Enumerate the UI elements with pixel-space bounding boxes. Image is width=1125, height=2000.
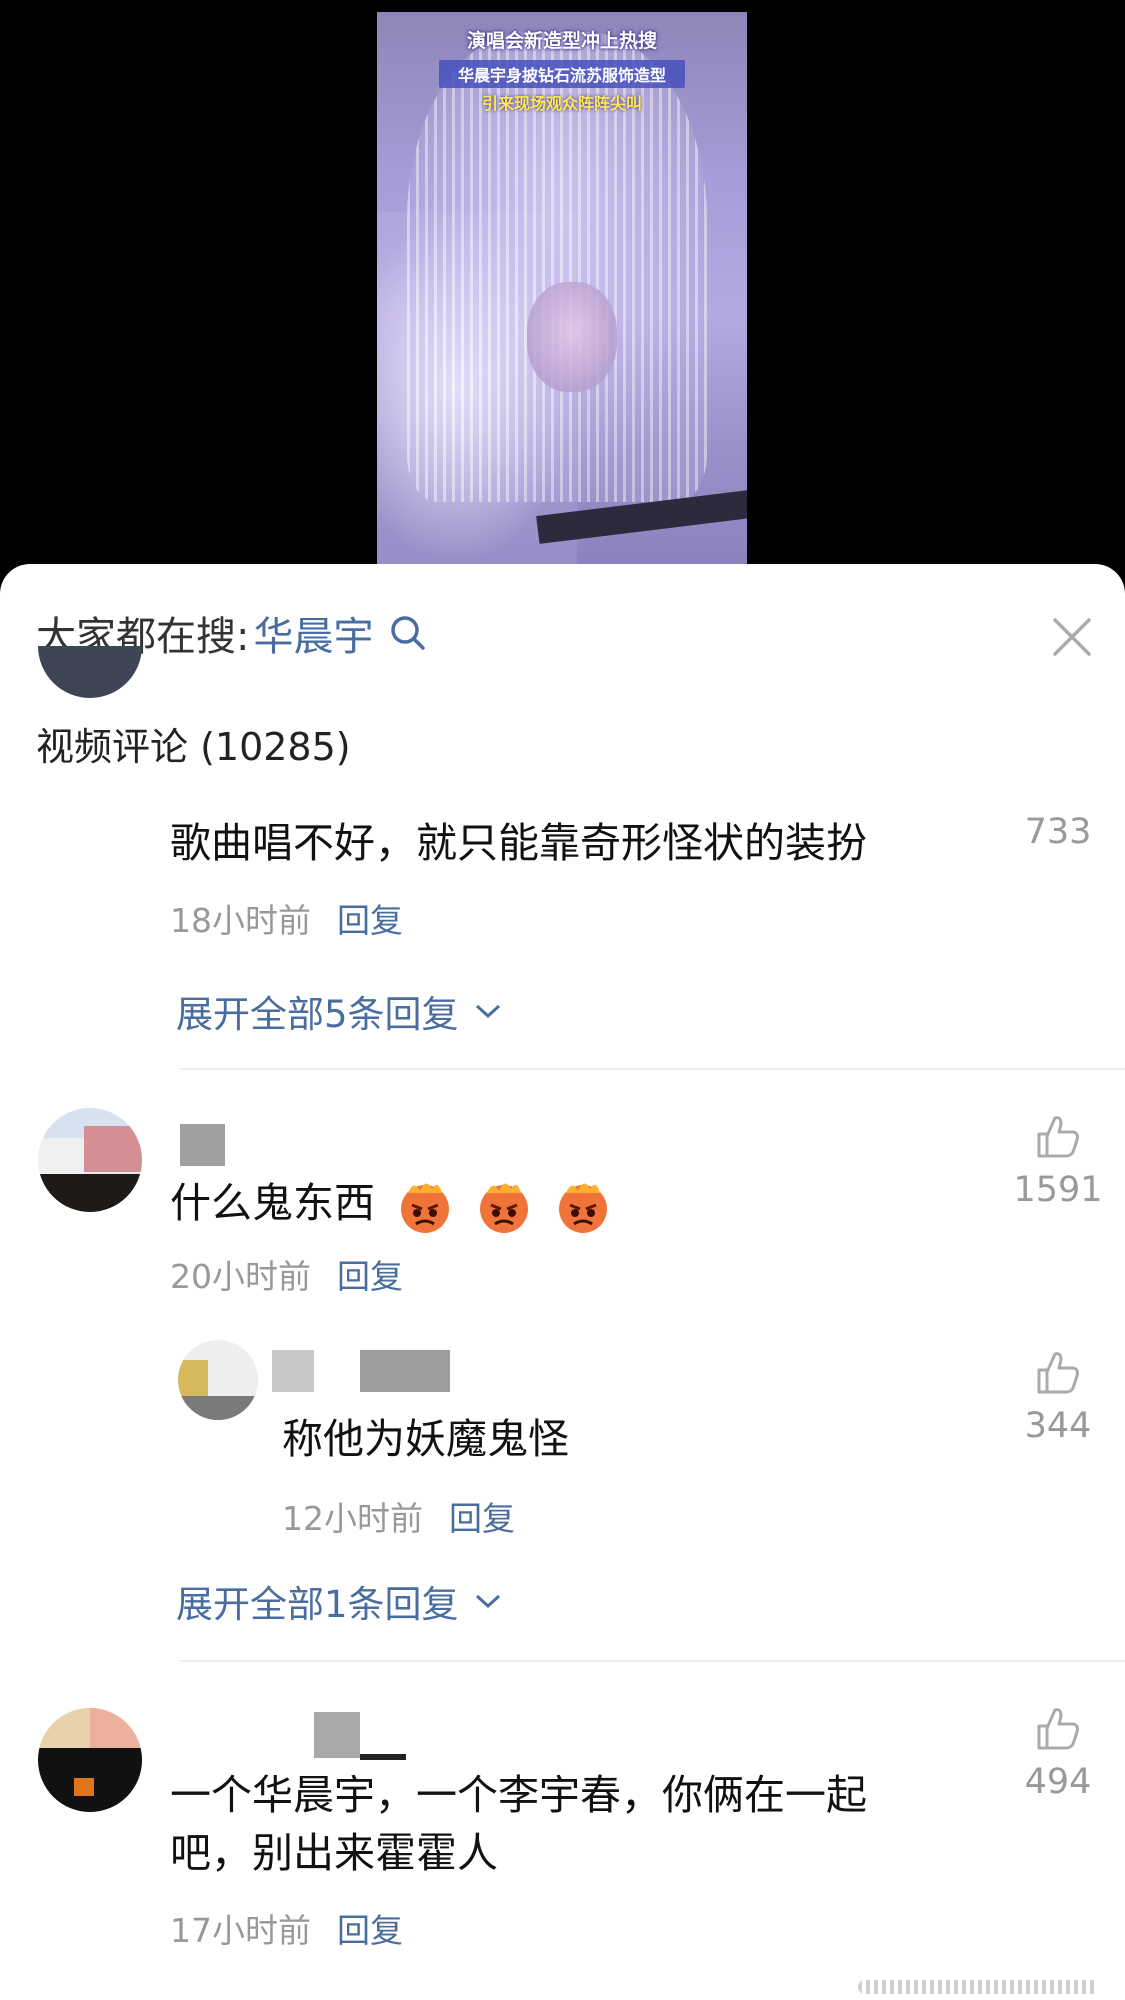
reply-button[interactable]: 回复: [337, 1250, 403, 1298]
comment-meta: 17小时前 回复: [170, 1904, 403, 1952]
like-button[interactable]: 344: [1003, 1348, 1113, 1446]
comment-sheet: 大家都在搜: 华晨宇 视频评论 (10285) 歌曲唱不好，就只能靠奇形怪状的装…: [0, 564, 1125, 2000]
search-suggestion-term[interactable]: 华晨宇: [253, 604, 373, 662]
comment-text-content: 什么鬼东西: [170, 1179, 375, 1227]
like-count-column[interactable]: 733: [1003, 812, 1113, 852]
like-count: 344: [1024, 1406, 1092, 1446]
comments-section-title: 视频评论 (10285): [36, 725, 351, 769]
angry-fire-emoji-icon: [559, 1183, 608, 1233]
divider: [180, 1068, 1125, 1070]
like-button[interactable]: 494: [1003, 1704, 1113, 1802]
like-count: 1591: [1013, 1170, 1103, 1210]
video-caption-line-1: 演唱会新造型冲上热搜: [466, 30, 657, 52]
search-icon[interactable]: [389, 614, 427, 652]
avatar[interactable]: [38, 1108, 142, 1212]
reply-button[interactable]: 回复: [449, 1492, 515, 1540]
expand-replies-label: 展开全部1条回复: [176, 1583, 459, 1626]
reply-meta: 12小时前 回复: [282, 1492, 515, 1540]
comment-timestamp: 20小时前: [170, 1257, 311, 1296]
reply-button[interactable]: 回复: [337, 894, 403, 942]
avatar[interactable]: [178, 1340, 258, 1420]
reply-button[interactable]: 回复: [337, 1904, 403, 1952]
reply-text: 称他为妖魔鬼怪: [282, 1415, 569, 1463]
comment-text-line-2: 吧，别出来霍霍人: [170, 1829, 498, 1877]
thumbs-up-icon: [1037, 1708, 1079, 1750]
video-caption-line-3: 引来现场观众阵阵尖叫: [481, 94, 642, 113]
username-redacted: [180, 1124, 225, 1166]
like-count: 494: [1024, 1762, 1092, 1802]
username-redacted: [272, 1350, 314, 1392]
comment-meta: 20小时前 回复: [170, 1250, 403, 1298]
video-player-area[interactable]: 演唱会新造型冲上热搜 华晨宇身披钻石流苏服饰造型 引来现场观众阵阵尖叫: [0, 0, 1125, 570]
reply-timestamp: 12小时前: [282, 1499, 423, 1538]
username-redacted: [360, 1350, 450, 1392]
comment-text: 歌曲唱不好，就只能靠奇形怪状的装扮: [170, 819, 867, 867]
video-caption-line-2: 华晨宇身披钻石流苏服饰造型: [439, 60, 685, 88]
thumbs-up-icon: [1037, 1116, 1079, 1158]
watermark-strip: [858, 1980, 1098, 1994]
angry-fire-emoji-icon: [401, 1183, 450, 1233]
username-redacted: [314, 1712, 360, 1758]
like-count: 733: [1024, 812, 1092, 852]
angry-fire-emoji-icon: [480, 1183, 529, 1233]
performer-face-image: [527, 282, 617, 392]
thumbs-up-icon: [1037, 1352, 1079, 1394]
expand-replies-label: 展开全部5条回复: [176, 993, 459, 1036]
username-redacted: [360, 1754, 406, 1760]
expand-replies-button[interactable]: 展开全部5条回复: [176, 984, 503, 1038]
chevron-down-icon: [475, 1004, 500, 1019]
comment-timestamp: 18小时前: [170, 901, 311, 940]
like-button[interactable]: 1591: [1003, 1112, 1113, 1210]
comment-text-line-1: 一个华晨宇，一个李宇春，你俩在一起: [170, 1771, 867, 1819]
comment-meta: 18小时前 回复: [170, 894, 403, 942]
close-icon[interactable]: [1047, 612, 1097, 662]
comment-text: 什么鬼东西: [170, 1174, 612, 1235]
video-thumbnail[interactable]: 演唱会新造型冲上热搜 华晨宇身披钻石流苏服饰造型 引来现场观众阵阵尖叫: [377, 12, 747, 564]
avatar[interactable]: [38, 1708, 142, 1812]
divider: [180, 1660, 1125, 1662]
chevron-down-icon: [475, 1594, 500, 1609]
comment-timestamp: 17小时前: [170, 1911, 311, 1950]
expand-replies-button[interactable]: 展开全部1条回复: [176, 1574, 503, 1628]
